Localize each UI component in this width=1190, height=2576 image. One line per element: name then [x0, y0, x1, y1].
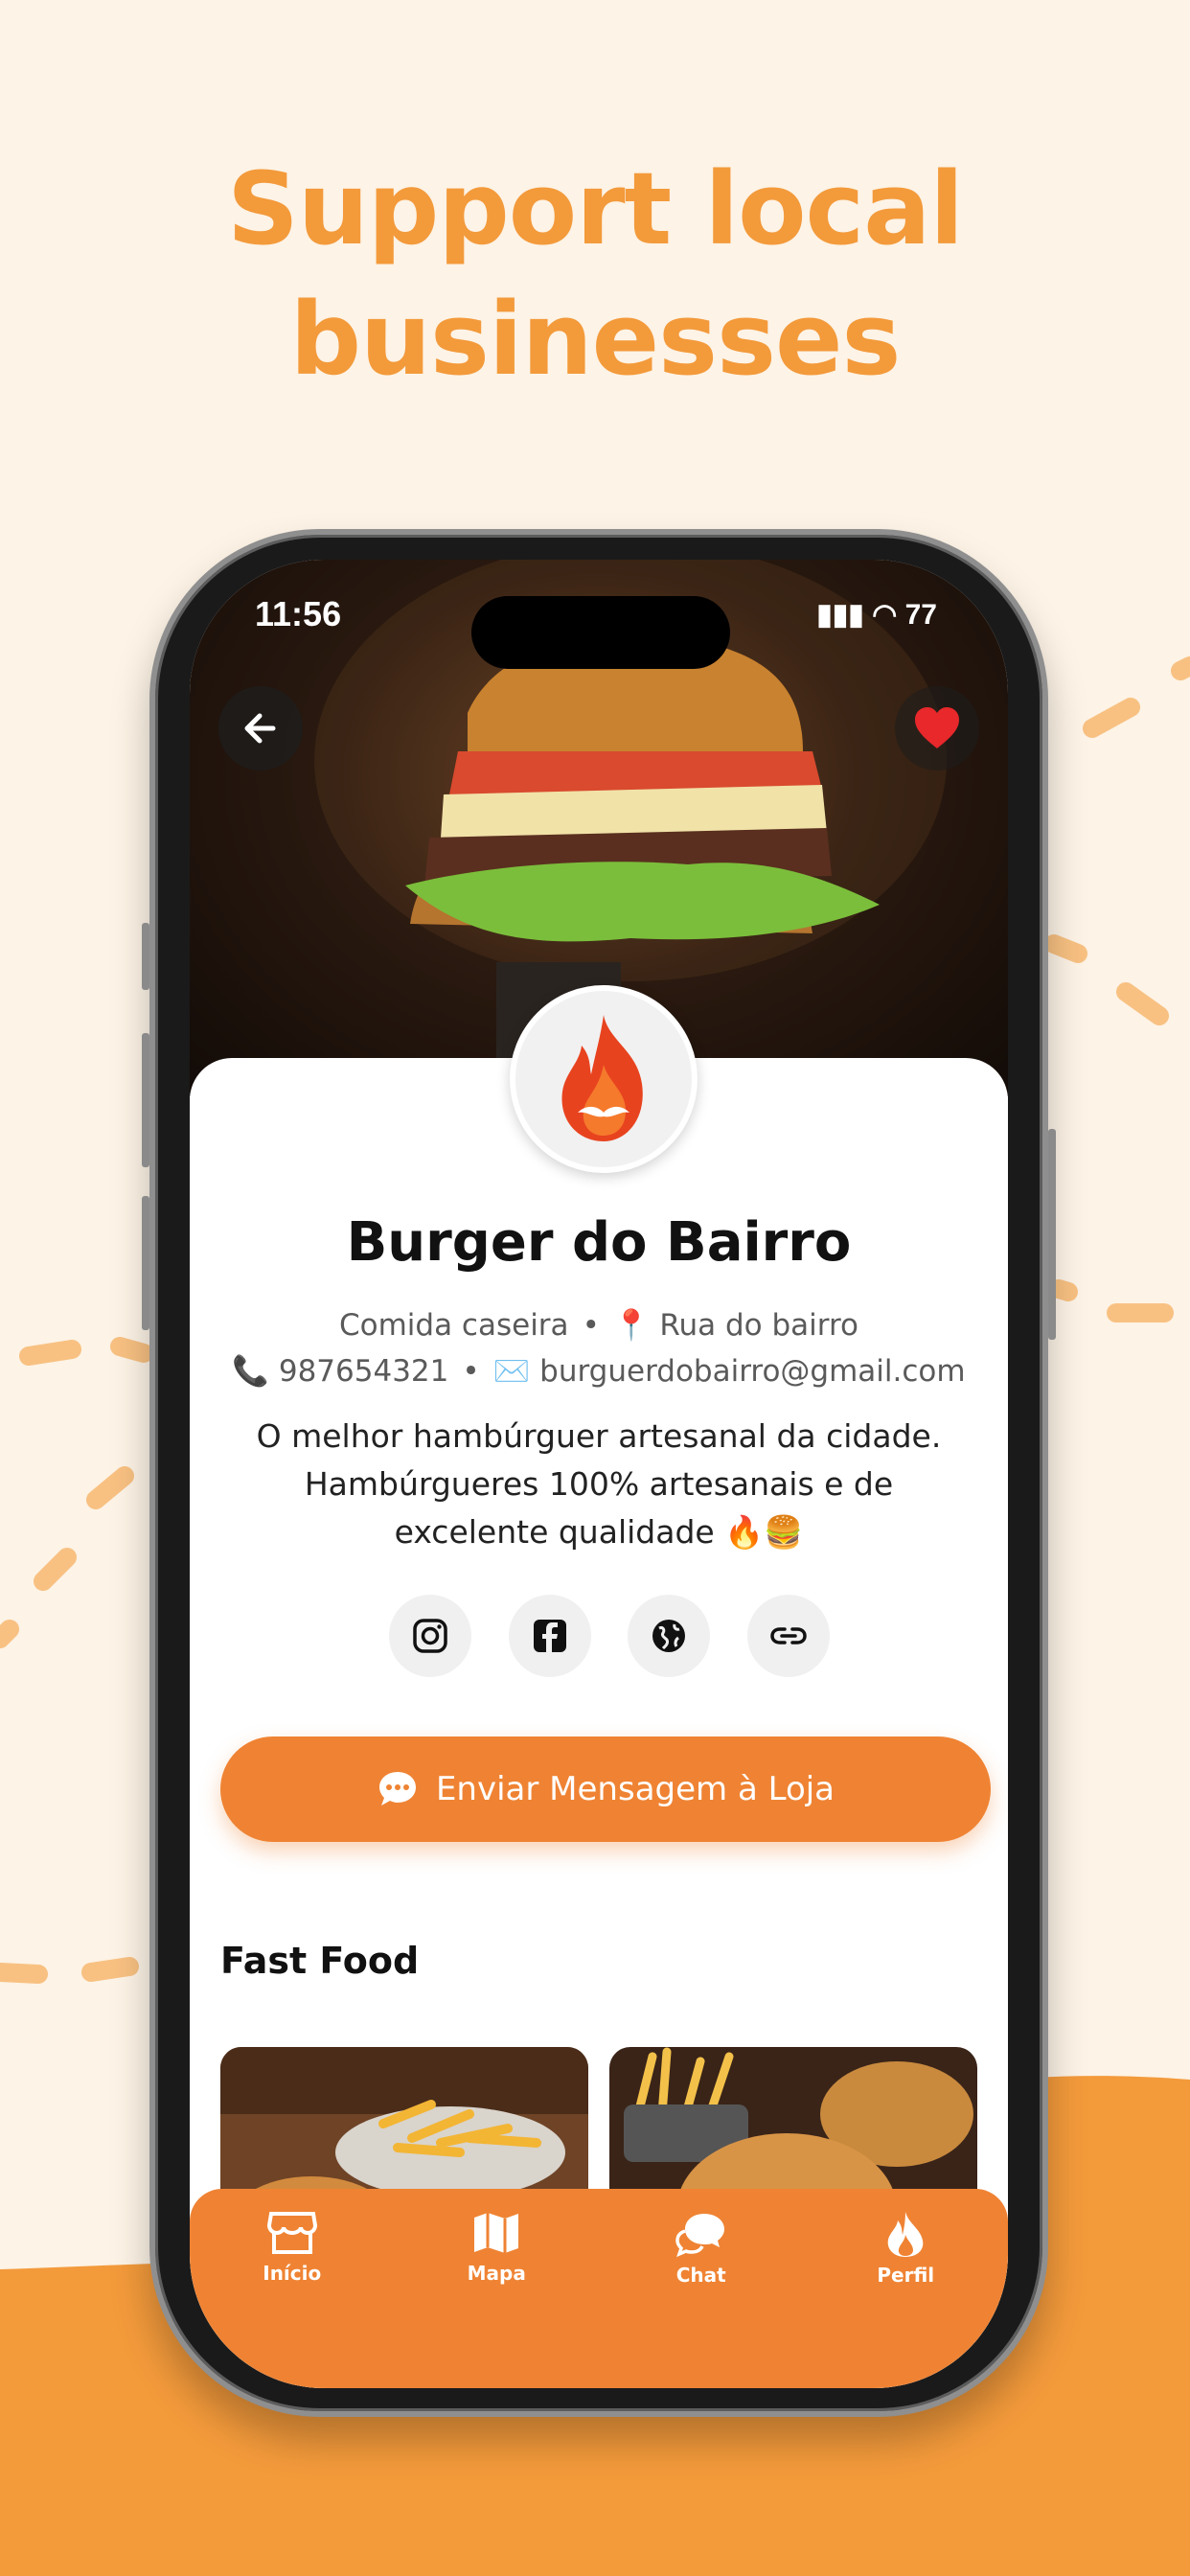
- headline-line-2: businesses: [289, 281, 902, 398]
- tab-perfil[interactable]: Perfil: [829, 2210, 982, 2388]
- signal-icon: ▮▮▮: [816, 599, 864, 631]
- arrow-left-icon: [244, 713, 276, 744]
- chat-bubble-icon: [378, 1772, 416, 1806]
- wifi-icon: ◠: [872, 599, 898, 631]
- mail-icon: ✉️: [492, 1354, 531, 1389]
- store-icon: [266, 2212, 317, 2254]
- dynamic-island: [471, 596, 730, 669]
- phone-action-button: [142, 923, 149, 990]
- website-button[interactable]: [628, 1595, 711, 1677]
- tab-mapa[interactable]: Mapa: [420, 2210, 573, 2388]
- tab-perfil-label: Perfil: [877, 2264, 935, 2287]
- bottom-tab-bar: Início Mapa Chat Perfil: [190, 2189, 1008, 2388]
- store-meta-line-2: 📞 987654321 • ✉️ burguerdobairro@gmail.com: [190, 1353, 1008, 1389]
- facebook-icon: [533, 1620, 566, 1652]
- store-category: Comida caseira: [338, 1308, 569, 1343]
- store-logo: [510, 985, 698, 1173]
- link-button[interactable]: [746, 1595, 830, 1677]
- headline-line-1: Support local: [226, 150, 964, 267]
- pin-icon: 📍: [612, 1308, 651, 1343]
- instagram-button[interactable]: [389, 1595, 471, 1677]
- tab-chat[interactable]: Chat: [625, 2210, 778, 2388]
- battery-level: 77: [904, 599, 937, 631]
- phone-volume-down: [142, 1196, 149, 1330]
- tab-inicio-label: Início: [263, 2262, 322, 2285]
- map-icon: [474, 2213, 519, 2253]
- phone-volume-up: [142, 1033, 149, 1167]
- globe-icon: [652, 1620, 686, 1652]
- favorite-button[interactable]: [895, 686, 979, 770]
- separator-dot: •: [582, 1308, 600, 1343]
- link-icon: [770, 1627, 807, 1644]
- app-screen: 11:56 ▮▮▮ ◠ 77 Burger do Bairro Comida c…: [190, 560, 1008, 2388]
- separator-dot: •: [462, 1354, 480, 1389]
- store-phone[interactable]: 987654321: [279, 1354, 449, 1389]
- flame-icon: [887, 2212, 924, 2257]
- store-description: O melhor hambúrguer artesanal da cidade.…: [256, 1417, 942, 1551]
- chat-icon: [675, 2214, 724, 2258]
- store-email[interactable]: burguerdobairro@gmail.com: [539, 1354, 965, 1389]
- tab-mapa-label: Mapa: [467, 2262, 526, 2285]
- flame-logo-icon: [561, 1015, 643, 1141]
- social-links: [389, 1595, 830, 1681]
- phone-power-button: [1048, 1129, 1056, 1340]
- send-message-button[interactable]: Enviar Mensagem à Loja: [220, 1736, 991, 1842]
- tab-chat-label: Chat: [675, 2264, 726, 2287]
- phone-frame: 11:56 ▮▮▮ ◠ 77 Burger do Bairro Comida c…: [142, 529, 1056, 2417]
- heart-icon: [915, 707, 959, 748]
- status-icons: ▮▮▮ ◠ 77: [816, 598, 937, 632]
- back-button[interactable]: [218, 686, 303, 770]
- status-time: 11:56: [255, 594, 342, 633]
- facebook-button[interactable]: [508, 1595, 591, 1677]
- store-address[interactable]: Rua do bairro: [659, 1308, 858, 1343]
- phone-icon: 📞: [232, 1354, 269, 1389]
- section-title: Fast Food: [220, 1940, 420, 1982]
- store-meta-line-1: Comida caseira • 📍 Rua do bairro: [190, 1307, 1008, 1343]
- instagram-icon: [413, 1619, 447, 1653]
- tab-inicio[interactable]: Início: [216, 2210, 369, 2388]
- send-message-label: Enviar Mensagem à Loja: [435, 1770, 835, 1808]
- store-name: Burger do Bairro: [346, 1211, 852, 1274]
- headline: Support local businesses: [0, 144, 1190, 404]
